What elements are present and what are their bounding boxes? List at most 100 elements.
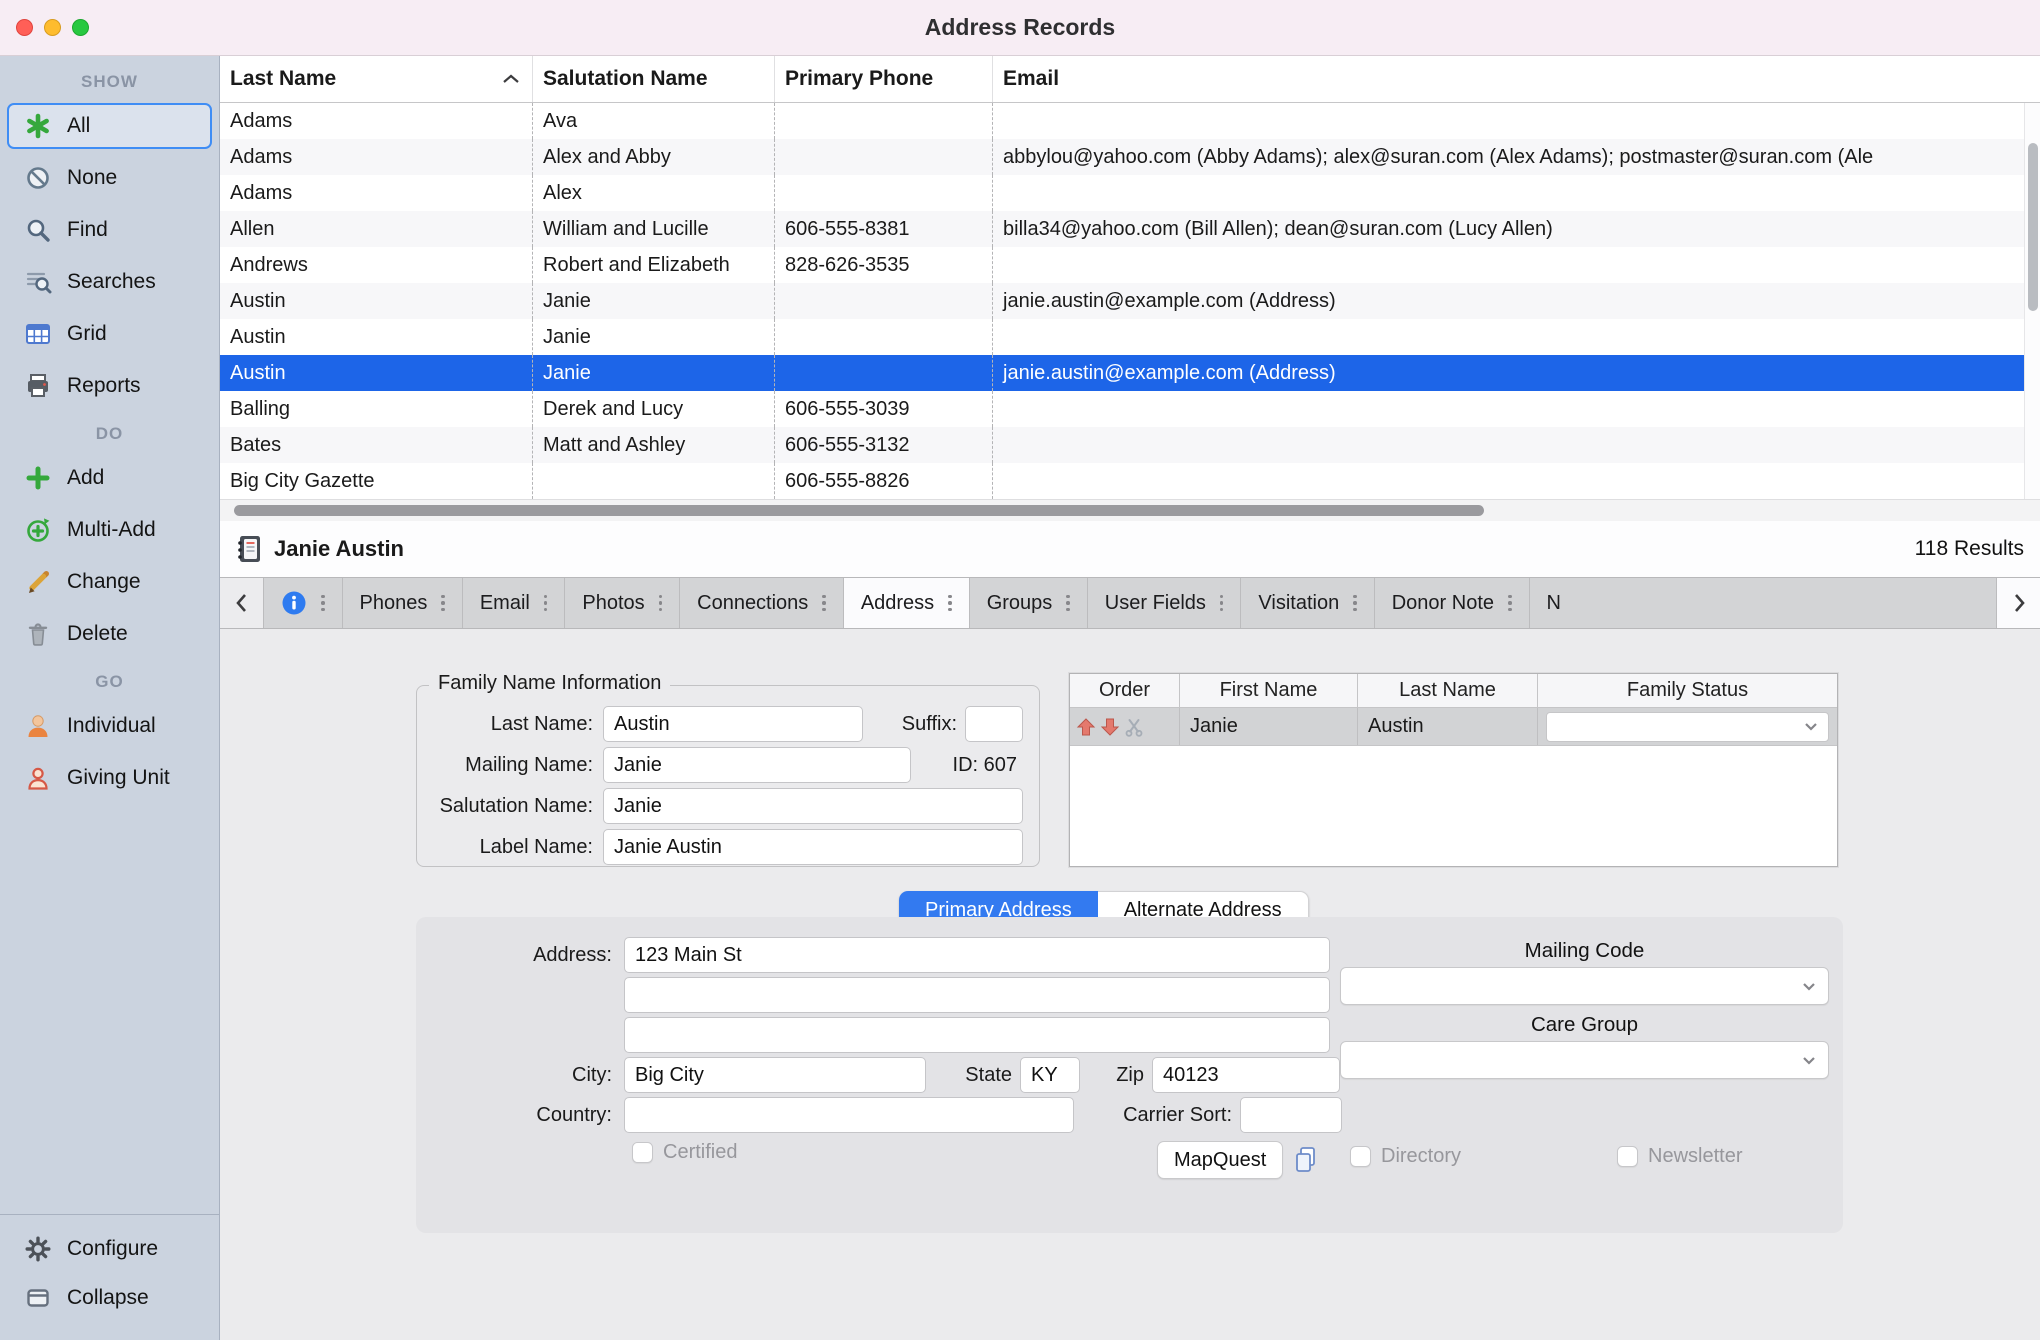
- vertical-scrollbar-thumb[interactable]: [2028, 143, 2038, 311]
- table-row[interactable]: Big City Gazette 606-555-8826: [220, 463, 2040, 499]
- tab-groups[interactable]: Groups: [970, 578, 1088, 628]
- tab-connections[interactable]: Connections: [680, 578, 844, 628]
- tabs-scroll-right-button[interactable]: [1996, 578, 2040, 628]
- salutation-name-field[interactable]: [603, 788, 1023, 824]
- address-line2-field[interactable]: [624, 977, 1330, 1013]
- horizontal-scrollbar[interactable]: [220, 499, 2040, 521]
- family-member-row[interactable]: Janie Austin: [1070, 708, 1837, 746]
- table-row[interactable]: Balling Derek and Lucy 606-555-3039: [220, 391, 2040, 427]
- mailing-name-field[interactable]: [603, 747, 911, 783]
- tab-label: Connections: [697, 592, 808, 615]
- move-down-icon[interactable]: [1100, 717, 1120, 737]
- family-status-dropdown[interactable]: [1546, 712, 1829, 742]
- sidebar-item-find[interactable]: Find: [7, 207, 212, 253]
- sidebar-item-label: Change: [67, 570, 141, 594]
- tab-photos[interactable]: Photos: [565, 578, 680, 628]
- vertical-scrollbar[interactable]: [2024, 103, 2040, 499]
- certified-checkbox[interactable]: [632, 1142, 653, 1163]
- detail-tab-bar: Phones Email Photos Connections Address …: [220, 577, 2040, 629]
- sidebar-item-configure[interactable]: Configure: [7, 1226, 212, 1272]
- cell-last-name: Austin: [220, 283, 533, 319]
- tab-notes-truncated[interactable]: N: [1530, 578, 1997, 628]
- sidebar-item-change[interactable]: Change: [7, 559, 212, 605]
- care-group-dropdown[interactable]: [1340, 1041, 1829, 1079]
- tab-menu-dots[interactable]: [1508, 595, 1512, 612]
- table-row-selected[interactable]: Austin Janie janie.austin@example.com (A…: [220, 355, 2040, 391]
- zoom-window-button[interactable]: [72, 19, 89, 36]
- table-row[interactable]: Austin Janie janie.austin@example.com (A…: [220, 283, 2040, 319]
- address-line3-field[interactable]: [624, 1017, 1330, 1053]
- sidebar-item-delete[interactable]: Delete: [7, 611, 212, 657]
- chevron-left-icon: [234, 591, 250, 615]
- tab-label: Groups: [987, 592, 1053, 615]
- close-window-button[interactable]: [16, 19, 33, 36]
- address-detail-panel: Family Name Information Last Name: Suffi…: [220, 629, 2040, 1340]
- country-field[interactable]: [624, 1097, 1074, 1133]
- sidebar-item-none[interactable]: None: [7, 155, 212, 201]
- directory-checkbox[interactable]: [1350, 1146, 1371, 1167]
- sidebar-item-individual[interactable]: Individual: [7, 703, 212, 749]
- city-field[interactable]: [624, 1057, 926, 1093]
- tab-menu-dots[interactable]: [441, 595, 445, 612]
- tab-user-fields[interactable]: User Fields: [1088, 578, 1242, 628]
- sidebar-item-multi-add[interactable]: Multi-Add: [7, 507, 212, 553]
- column-header-salutation-name[interactable]: Salutation Name: [533, 56, 775, 102]
- tabs-scroll-left-button[interactable]: [220, 578, 264, 628]
- tab-menu-dots[interactable]: [321, 595, 325, 612]
- sidebar-item-all[interactable]: All: [7, 103, 212, 149]
- table-row[interactable]: Andrews Robert and Elizabeth 828-626-353…: [220, 247, 2040, 283]
- tab-address[interactable]: Address: [844, 578, 970, 628]
- tab-info[interactable]: [264, 578, 343, 628]
- horizontal-scrollbar-thumb[interactable]: [234, 505, 1484, 516]
- copy-icon[interactable]: [1293, 1145, 1319, 1175]
- tab-phones[interactable]: Phones: [343, 578, 463, 628]
- tab-menu-dots[interactable]: [822, 595, 826, 612]
- table-row[interactable]: Allen William and Lucille 606-555-8381 b…: [220, 211, 2040, 247]
- move-up-icon[interactable]: [1076, 717, 1096, 737]
- tab-donor-note[interactable]: Donor Note: [1375, 578, 1530, 628]
- column-header-last-name[interactable]: Last Name: [220, 56, 533, 102]
- table-row[interactable]: Adams Alex and Abby abbylou@yahoo.com (A…: [220, 139, 2040, 175]
- tab-menu-dots[interactable]: [948, 595, 952, 612]
- sidebar-item-add[interactable]: Add: [7, 455, 212, 501]
- sidebar-item-searches[interactable]: Searches: [7, 259, 212, 305]
- label-name-field[interactable]: [603, 829, 1023, 865]
- person-outline-icon: [24, 764, 52, 792]
- tab-menu-dots[interactable]: [1353, 595, 1357, 612]
- tab-email[interactable]: Email: [463, 578, 566, 628]
- carrier-sort-field[interactable]: [1240, 1097, 1342, 1133]
- sidebar-item-reports[interactable]: Reports: [7, 363, 212, 409]
- mailing-code-dropdown[interactable]: [1340, 967, 1829, 1005]
- column-header-email[interactable]: Email: [993, 56, 2040, 102]
- window-title: Address Records: [0, 14, 2040, 41]
- table-row[interactable]: Bates Matt and Ashley 606-555-3132: [220, 427, 2040, 463]
- pencil-icon: [24, 568, 52, 596]
- cell-last-name: Andrews: [220, 247, 533, 283]
- sidebar-item-label: Giving Unit: [67, 766, 170, 790]
- tab-menu-dots[interactable]: [1066, 595, 1070, 612]
- suffix-field[interactable]: [965, 706, 1023, 742]
- sidebar-item-collapse[interactable]: Collapse: [7, 1275, 212, 1321]
- cell-last-name: Austin: [220, 319, 533, 355]
- newsletter-checkbox[interactable]: [1617, 1146, 1638, 1167]
- mapquest-button[interactable]: MapQuest: [1157, 1141, 1283, 1179]
- address-line1-field[interactable]: [624, 937, 1330, 973]
- sidebar-item-giving-unit[interactable]: Giving Unit: [7, 755, 212, 801]
- sidebar-item-label: Find: [67, 218, 108, 242]
- last-name-field[interactable]: [603, 706, 863, 742]
- tab-menu-dots[interactable]: [659, 595, 663, 612]
- zip-field[interactable]: [1152, 1057, 1340, 1093]
- record-id: ID: 607: [953, 754, 1017, 777]
- tab-menu-dots[interactable]: [544, 595, 548, 612]
- sidebar-item-grid[interactable]: Grid: [7, 311, 212, 357]
- table-row[interactable]: Austin Janie: [220, 319, 2040, 355]
- scissors-icon[interactable]: [1124, 717, 1144, 737]
- column-header-primary-phone[interactable]: Primary Phone: [775, 56, 993, 102]
- tab-visitation[interactable]: Visitation: [1241, 578, 1374, 628]
- table-row[interactable]: Adams Alex: [220, 175, 2040, 211]
- minimize-window-button[interactable]: [44, 19, 61, 36]
- state-field[interactable]: [1020, 1057, 1080, 1093]
- table-row[interactable]: Adams Ava: [220, 103, 2040, 139]
- tab-menu-dots[interactable]: [1220, 595, 1224, 612]
- printer-icon: [24, 372, 52, 400]
